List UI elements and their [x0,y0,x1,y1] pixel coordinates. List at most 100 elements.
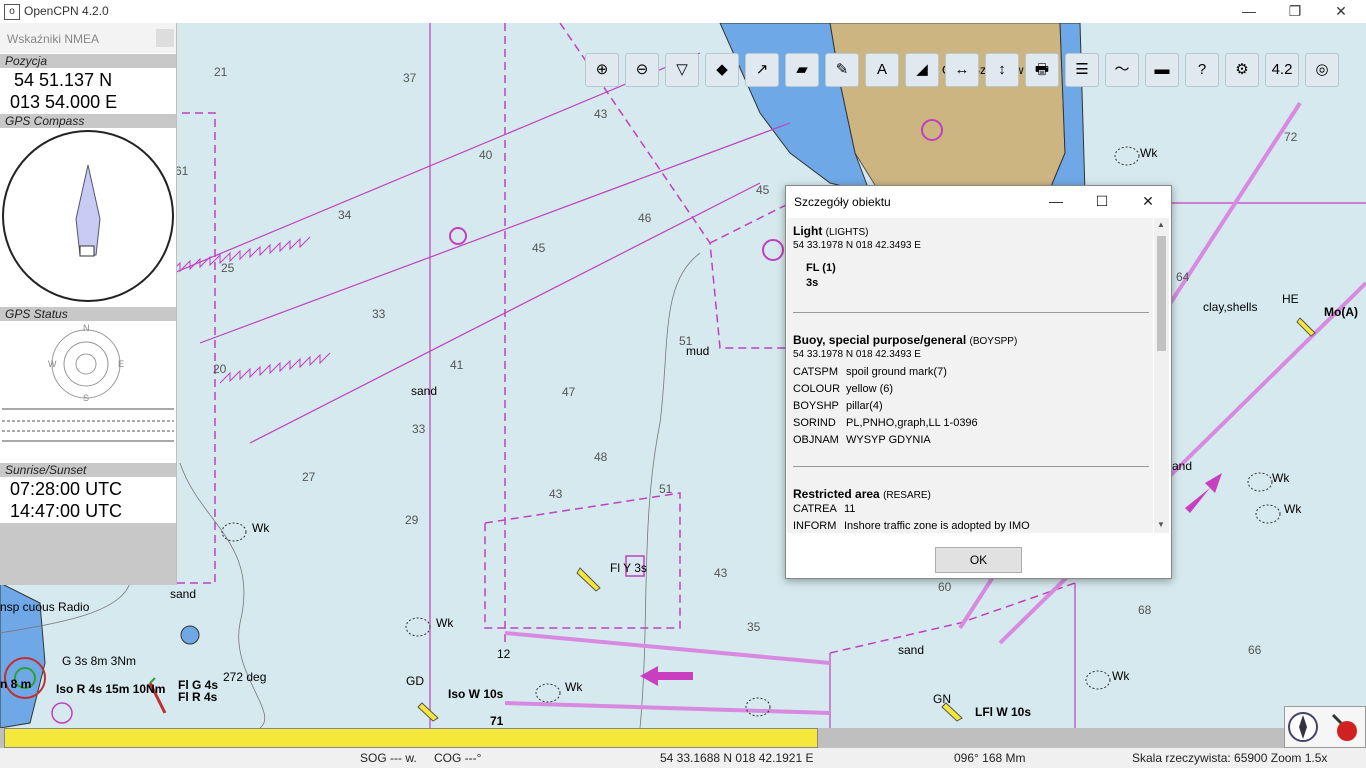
compass-widget[interactable] [1284,706,1366,748]
track-icon[interactable]: ↗ [745,53,779,87]
buoy-label: GD [406,674,424,688]
light-label: G 3s 8m 3Nm [62,654,137,668]
current-icon[interactable]: ▬ [1145,53,1179,87]
bearing-label: 272 deg [223,670,267,684]
seabed-label: sand [898,643,925,657]
wreck-label: Wk [1284,502,1302,516]
dialog-maximize-button[interactable]: ☐ [1079,186,1125,216]
wreck-label: Wk [1140,146,1158,160]
sunset-value: 14:47:00 UTC [10,501,123,521]
depth-label: 48 [594,450,608,464]
compass-section-label: GPS Compass [0,114,176,128]
scroll-up-icon[interactable]: ▲ [1157,220,1165,229]
depth-label: 43 [549,487,563,501]
depth-label: 71 [490,714,504,728]
dialog-scrollbar[interactable]: ▲ ▼ [1154,218,1169,533]
depth-label: 20 [213,362,227,376]
light-label: Iso R 4s 15m 10Nm [56,682,166,696]
depth-label: 35 [747,620,761,634]
attr-value: 11 [844,503,856,515]
attr-key: OBJNAM [793,434,839,446]
seabed-label: and [1172,459,1193,473]
wreck-label: Wk [436,616,454,630]
depth-label: 33 [412,422,426,436]
attr-value: PL,PNHO,graph,LL 1-0396 [846,417,978,429]
depth-label: 12 [497,647,511,661]
light-label: n 8 m [0,677,32,691]
version-icon[interactable]: 4.2 [1265,53,1299,87]
depth-label: 21 [214,65,228,79]
chart-bar[interactable] [4,728,818,748]
restore-button[interactable]: ❐ [1272,0,1318,23]
nmea-close-button[interactable] [156,29,174,47]
polygon-icon[interactable]: ◢ [905,53,939,87]
range-icon[interactable]: ↔ [945,53,979,87]
ais-icon[interactable]: ▰ [785,53,819,87]
depth-label: 60 [938,580,952,594]
ok-button[interactable]: OK [935,547,1022,573]
object-position: 54 33.1978 N 018 42.3493 E [793,349,921,360]
depth-label: 47 [562,385,576,399]
latitude-value: 54 51.137 N [14,70,113,90]
light-label: Iso W 10s [448,687,504,701]
settings-icon[interactable]: ☰ [1065,53,1099,87]
attr-value: WYSYP GDYNIA [846,434,931,446]
nmea-header[interactable]: Wskaźniki NMEA [0,23,176,53]
nmea-title: Wskaźniki NMEA [7,32,100,46]
mob-icon[interactable]: ◎ [1305,53,1339,87]
nmea-panel: Wskaźniki NMEA Pozycja 54 51.137 N 013 5… [0,23,177,585]
depth-label: 43 [714,566,728,580]
status-bar: SOG --- w. COG ---° 54 33.1688 N 018 42.… [0,748,1366,768]
light-label: LFl W 10s [975,705,1032,719]
dialog-close-button[interactable]: ✕ [1125,186,1171,216]
app-icon: o [4,4,20,20]
seabed-label: sand [411,384,438,398]
scroll-down-icon[interactable]: ▼ [1157,520,1165,529]
help-icon[interactable]: ? [1185,53,1219,87]
depth-label: 33 [372,307,386,321]
light-period: 3s [806,277,819,289]
depth-label: 64 [1176,270,1190,284]
layers-icon[interactable]: ↕ [985,53,1019,87]
tide-icon[interactable]: 〜 [1105,53,1139,87]
wreck-label: Wk [1112,669,1130,683]
seabed-label: clay,shells [1203,300,1258,314]
depth-label: 34 [338,208,352,222]
close-button[interactable]: ✕ [1318,0,1364,23]
divider [793,466,1149,467]
minimize-button[interactable]: — [1226,0,1272,23]
waypoint-icon[interactable]: ◆ [705,53,739,87]
scroll-thumb[interactable] [1157,236,1166,351]
cog-readout: COG ---° [434,751,482,765]
zoom-out-icon[interactable]: ⊖ [625,53,659,87]
attr-value: pillar(4) [846,400,883,412]
cursor-position-readout: 54 33.1688 N 018 42.1921 E [660,751,814,765]
depth-label: 41 [450,358,464,372]
depth-label: 29 [405,513,419,527]
object-position: 54 33.1978 N 018 42.3493 E [793,240,921,251]
depth-label: 43 [594,107,608,121]
depth-label: 27 [302,470,316,484]
measure-icon[interactable]: ✎ [825,53,859,87]
text-icon[interactable]: A [865,53,899,87]
attr-key: BOYSHP [793,400,839,412]
object-title: Restricted area (RESARE) [793,487,931,501]
sunrise-value: 07:28:00 UTC [10,479,123,499]
dialog-content[interactable]: Light (LIGHTS) 54 33.1978 N 018 42.3493 … [787,218,1153,533]
radio-label: nsp cuous Radio [0,600,90,614]
print-icon[interactable]: 🖶 [1025,53,1059,87]
zoom-in-icon[interactable]: ⊕ [585,53,619,87]
attr-value: Inshore traffic zone is adopted by IMO [844,520,1030,532]
longitude-value: 013 54.000 E [10,92,118,112]
attr-key: INFORM [793,520,837,532]
route-icon[interactable]: ▽ [665,53,699,87]
buoy-label: GN [933,692,951,706]
plugin-icon[interactable]: ⚙ [1225,53,1259,87]
depth-label: 66 [1248,643,1262,657]
object-title: Buoy, special purpose/general (BOYSPP) [793,333,1018,347]
wreck-label: Wk [1272,471,1290,485]
gps-dir-s: S [83,393,90,403]
object-details-dialog: Szczegóły obiektu — ☐ ✕ Light (LIGHTS) 5… [785,185,1172,579]
depth-label: 25 [221,261,235,275]
dialog-minimize-button[interactable]: — [1033,186,1079,216]
